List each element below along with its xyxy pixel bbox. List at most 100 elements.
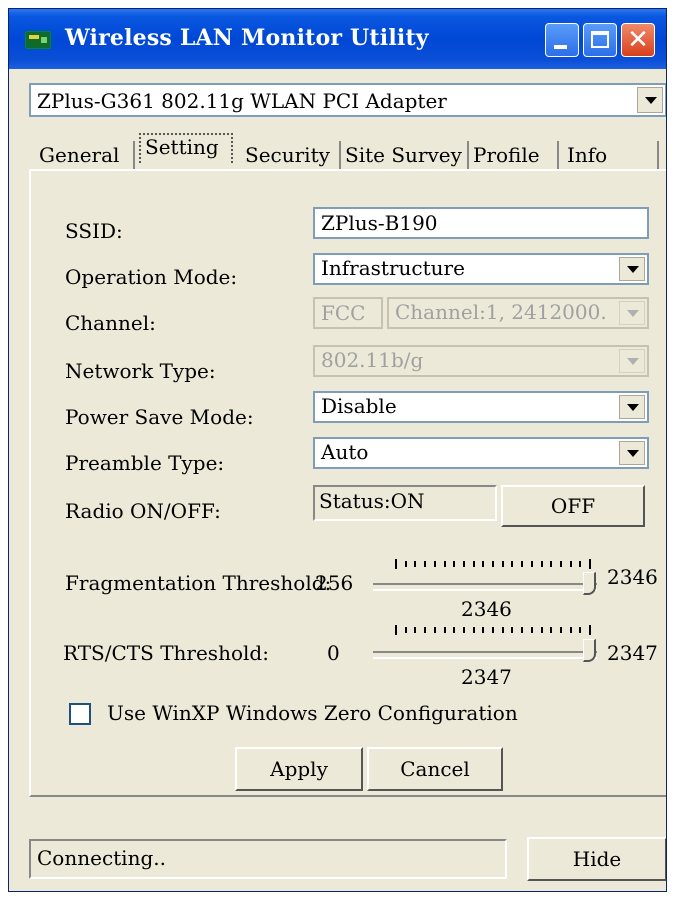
fragmentation-slider-thumb[interactable]	[583, 572, 596, 595]
rts-max: 2347	[607, 641, 658, 665]
minimize-button[interactable]	[545, 23, 579, 57]
slider-tick	[424, 561, 427, 567]
chevron-down-icon	[619, 301, 645, 325]
fragmentation-label: Fragmentation Threshold:	[65, 571, 332, 595]
adapter-select[interactable]: ZPlus-G361 802.11g WLAN PCI Adapter	[29, 83, 666, 117]
power-save-select[interactable]: Disable	[313, 391, 649, 423]
zero-config-checkbox[interactable]	[69, 703, 91, 725]
window-title: Wireless LAN Monitor Utility	[65, 25, 429, 51]
preamble-type-label: Preamble Type:	[65, 451, 225, 475]
rts-current: 2347	[461, 665, 512, 689]
slider-tick	[589, 559, 591, 569]
tab-profile[interactable]: Profile	[473, 141, 559, 171]
slider-tick	[511, 627, 514, 633]
tab-general[interactable]: General	[39, 141, 135, 171]
radio-off-button[interactable]: OFF	[501, 485, 645, 527]
slider-tick	[472, 627, 475, 633]
slider-tick	[550, 627, 553, 633]
slider-tick	[453, 627, 456, 633]
chevron-down-icon	[619, 349, 645, 373]
fragmentation-current: 2346	[461, 597, 512, 621]
chevron-down-icon[interactable]	[619, 395, 645, 419]
slider-tick	[569, 627, 572, 633]
close-button[interactable]: ✕	[621, 23, 655, 57]
chevron-down-icon[interactable]	[619, 257, 645, 281]
rts-slider-thumb[interactable]	[583, 639, 596, 662]
radio-status-box: Status:ON	[313, 485, 497, 521]
slider-tick	[395, 625, 397, 635]
maximize-icon	[591, 31, 609, 48]
fragmentation-slider[interactable]	[373, 583, 597, 591]
maximize-button[interactable]	[583, 23, 617, 57]
slider-tick	[530, 561, 533, 567]
tab-site-survey[interactable]: Site Survey	[345, 141, 469, 171]
fragmentation-min: 256	[315, 571, 354, 595]
ssid-input[interactable]: ZPlus-B190	[313, 207, 649, 239]
slider-tick	[492, 627, 494, 633]
ssid-label: SSID:	[65, 219, 123, 243]
slider-tick	[559, 561, 562, 567]
slider-tick	[482, 627, 485, 633]
power-save-label: Power Save Mode:	[65, 405, 254, 429]
network-type-label: Network Type:	[65, 359, 216, 383]
network-card-icon	[25, 31, 51, 49]
chevron-down-icon[interactable]	[637, 87, 663, 113]
slider-tick	[433, 561, 436, 567]
slider-tick	[569, 561, 572, 567]
slider-tick	[424, 627, 427, 633]
hide-button[interactable]: Hide	[527, 837, 666, 881]
tab-info[interactable]: Info	[567, 141, 659, 171]
title-bar[interactable]: Wireless LAN Monitor Utility ✕	[9, 9, 666, 69]
close-icon: ✕	[627, 25, 649, 55]
slider-tick	[404, 561, 407, 567]
slider-tick	[579, 627, 582, 633]
slider-tick	[443, 627, 446, 633]
power-save-value: Disable	[321, 394, 397, 418]
cancel-button[interactable]: Cancel	[367, 747, 503, 791]
rts-slider[interactable]	[373, 651, 597, 659]
slider-tick	[443, 561, 446, 567]
slider-tick	[540, 561, 543, 567]
channel-region-field: FCC	[313, 297, 383, 329]
slider-tick	[395, 559, 397, 569]
preamble-type-select[interactable]: Auto	[313, 437, 649, 469]
network-type-value: 802.11b/g	[321, 348, 424, 372]
operation-mode-select[interactable]: Infrastructure	[313, 253, 649, 285]
operation-mode-value: Infrastructure	[321, 256, 465, 280]
slider-tick	[472, 561, 475, 567]
connection-status: Connecting..	[29, 839, 507, 879]
fragmentation-ticks	[395, 559, 591, 569]
zero-config-label: Use WinXP Windows Zero Configuration	[107, 701, 518, 725]
channel-label: Channel:	[65, 311, 156, 335]
fragmentation-max: 2346	[607, 565, 658, 589]
channel-select: Channel:1, 2412000.	[387, 297, 649, 329]
slider-tick	[433, 627, 436, 633]
slider-tick	[492, 561, 494, 567]
slider-tick	[589, 625, 591, 635]
slider-tick	[414, 561, 417, 567]
chevron-down-icon[interactable]	[619, 441, 645, 465]
adapter-select-value: ZPlus-G361 802.11g WLAN PCI Adapter	[37, 89, 447, 113]
tab-setting[interactable]: Setting	[139, 133, 233, 163]
rts-min: 0	[327, 641, 340, 665]
rts-label: RTS/CTS Threshold:	[63, 641, 269, 665]
app-window: Wireless LAN Monitor Utility ✕ ZPlus-G36…	[8, 8, 667, 892]
slider-tick	[404, 627, 407, 633]
apply-button[interactable]: Apply	[235, 747, 363, 791]
slider-tick	[462, 561, 465, 567]
slider-tick	[521, 627, 524, 633]
slider-tick	[501, 627, 504, 633]
preamble-type-value: Auto	[321, 440, 369, 464]
slider-tick	[521, 561, 524, 567]
operation-mode-label: Operation Mode:	[65, 265, 238, 289]
rts-ticks	[395, 625, 591, 635]
slider-tick	[453, 561, 456, 567]
slider-tick	[511, 561, 514, 567]
slider-tick	[530, 627, 533, 633]
tab-security[interactable]: Security	[245, 141, 341, 171]
minimize-icon	[554, 45, 567, 49]
slider-tick	[482, 561, 485, 567]
network-type-select: 802.11b/g	[313, 345, 649, 377]
slider-tick	[462, 627, 465, 633]
slider-tick	[414, 627, 417, 633]
